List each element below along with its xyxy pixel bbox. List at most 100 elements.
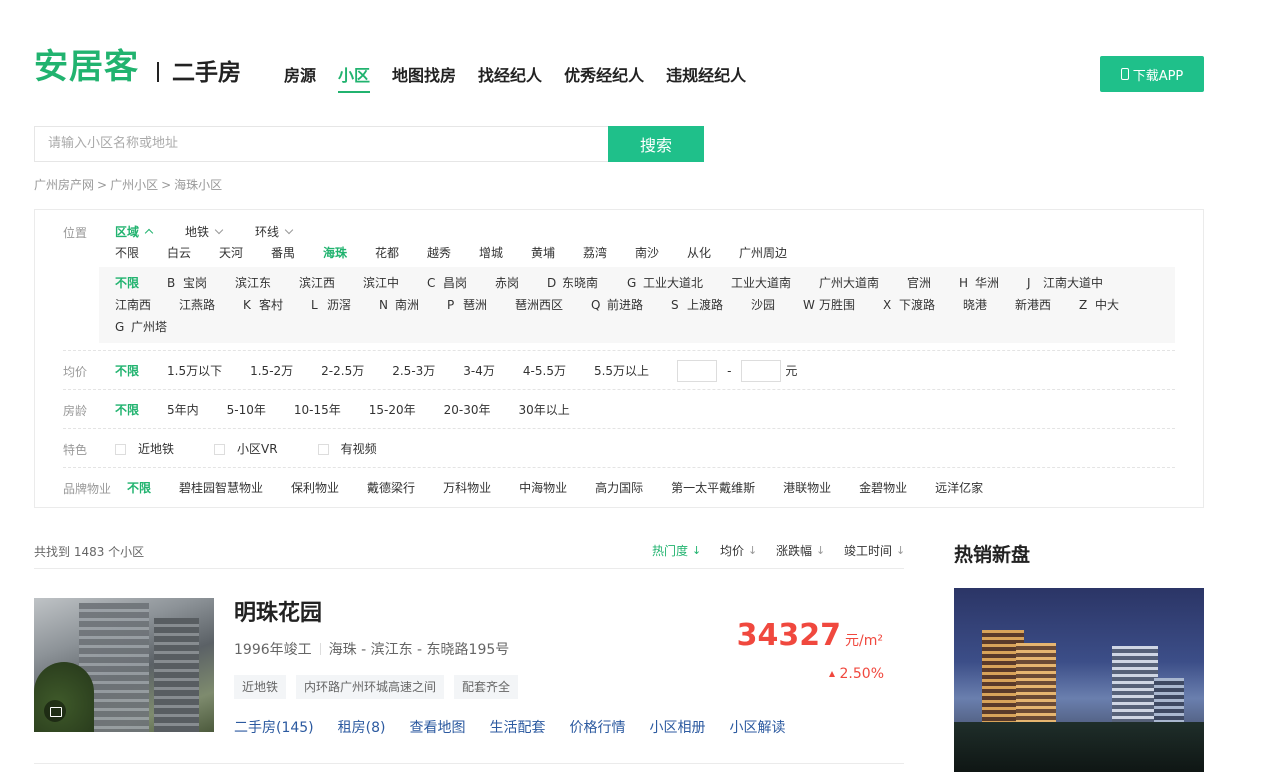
sort-by-change[interactable]: 涨跌幅 ↓ xyxy=(776,542,825,559)
sub-area-option[interactable]: 琶洲西区 xyxy=(515,297,563,313)
sort-by-price[interactable]: 均价 ↓ xyxy=(720,542,757,559)
district-option[interactable]: 白云 xyxy=(167,245,191,261)
brand-option[interactable]: 万科物业 xyxy=(443,480,491,496)
nav-item-find-agent[interactable]: 找经纪人 xyxy=(478,64,542,88)
sub-area-option[interactable]: 广州大道南 xyxy=(819,275,879,291)
sub-area-option[interactable]: 沙园 xyxy=(751,297,775,313)
brand-option[interactable]: 远洋亿家 xyxy=(935,480,983,496)
sub-area-option[interactable]: 上渡路 xyxy=(687,297,723,313)
link-amenities[interactable]: 生活配套 xyxy=(490,717,546,737)
sub-area-option[interactable]: 下渡路 xyxy=(899,297,935,313)
nav-item-community[interactable]: 小区 xyxy=(338,64,371,93)
sub-area-option[interactable]: 中大 xyxy=(1095,297,1119,313)
price-option-selected[interactable]: 不限 xyxy=(115,363,139,379)
district-option[interactable]: 天河 xyxy=(219,245,243,261)
nav-item-top-agent[interactable]: 优秀经纪人 xyxy=(564,64,644,88)
sub-area-option[interactable]: 南洲 xyxy=(395,297,419,313)
sub-area-option[interactable]: 滨江中 xyxy=(363,275,399,291)
search-button[interactable]: 搜索 xyxy=(608,126,704,162)
brand-option[interactable]: 中海物业 xyxy=(519,480,567,496)
brand-option[interactable]: 高力国际 xyxy=(595,480,643,496)
link-secondhand[interactable]: 二手房(145) xyxy=(234,717,314,737)
link-price-trend[interactable]: 价格行情 xyxy=(570,717,626,737)
age-option-selected[interactable]: 不限 xyxy=(115,402,139,418)
price-option[interactable]: 1.5-2万 xyxy=(250,363,293,379)
sub-area-option-selected[interactable]: 不限 xyxy=(115,275,139,291)
district-option[interactable]: 广州周边 xyxy=(739,245,787,261)
price-option[interactable]: 5.5万以上 xyxy=(594,363,649,379)
vr-checkbox[interactable] xyxy=(214,443,226,455)
sub-area-option[interactable]: 晓港 xyxy=(963,297,987,313)
sub-area-option[interactable]: 琶洲 xyxy=(463,297,487,313)
sort-by-completion[interactable]: 竣工时间 ↓ xyxy=(844,542,905,559)
sub-area-option[interactable]: 滨江西 xyxy=(299,275,335,291)
sort-by-popularity[interactable]: 热门度 ↓ xyxy=(652,542,701,559)
sub-area-option[interactable]: 前进路 xyxy=(607,297,643,313)
community-name[interactable]: 明珠花园 xyxy=(234,595,322,627)
brand-option[interactable]: 戴德梁行 xyxy=(367,480,415,496)
sub-area-option[interactable]: 工业大道北 xyxy=(643,275,703,291)
filter-tab-subway[interactable]: 地铁 xyxy=(185,223,224,240)
link-album[interactable]: 小区相册 xyxy=(650,717,706,737)
sub-area-option[interactable]: 昌岗 xyxy=(443,275,467,291)
feature-option[interactable]: 小区VR xyxy=(237,441,278,457)
district-option[interactable]: 荔湾 xyxy=(583,245,607,261)
district-option[interactable]: 不限 xyxy=(115,245,139,261)
sub-area-option[interactable]: 滨江东 xyxy=(235,275,271,291)
video-checkbox[interactable] xyxy=(317,443,329,455)
age-option[interactable]: 5-10年 xyxy=(227,402,266,418)
community-photo[interactable] xyxy=(34,598,214,732)
link-rental[interactable]: 租房(8) xyxy=(338,717,386,737)
brand-option[interactable]: 金碧物业 xyxy=(859,480,907,496)
sub-area-option[interactable]: 东晓南 xyxy=(562,275,598,291)
price-option[interactable]: 4-5.5万 xyxy=(523,363,566,379)
price-option[interactable]: 3-4万 xyxy=(463,363,495,379)
link-analysis[interactable]: 小区解读 xyxy=(730,717,786,737)
search-input[interactable]: 请输入小区名称或地址 xyxy=(34,126,608,162)
district-option[interactable]: 南沙 xyxy=(635,245,659,261)
min-price-input[interactable] xyxy=(677,360,718,382)
sub-area-option[interactable]: 宝岗 xyxy=(183,275,207,291)
sub-area-option[interactable]: 万胜围 xyxy=(819,297,855,313)
district-option[interactable]: 从化 xyxy=(687,245,711,261)
breadcrumb-city-communities[interactable]: 广州小区 xyxy=(110,178,158,192)
sub-area-option[interactable]: 工业大道南 xyxy=(731,275,791,291)
feature-option[interactable]: 有视频 xyxy=(341,441,377,457)
district-option[interactable]: 增城 xyxy=(479,245,503,261)
nav-item-map-search[interactable]: 地图找房 xyxy=(392,64,456,88)
sub-area-option[interactable]: 沥滘 xyxy=(327,297,351,313)
hot-new-property-image[interactable] xyxy=(954,588,1204,772)
sub-area-option[interactable]: 客村 xyxy=(259,297,283,313)
site-logo[interactable]: 安居客 xyxy=(34,48,139,86)
brand-option[interactable]: 港联物业 xyxy=(783,480,831,496)
sub-area-option[interactable]: 江燕路 xyxy=(179,297,215,313)
sub-area-option[interactable]: 江南大道中 xyxy=(1043,275,1103,291)
age-option[interactable]: 30年以上 xyxy=(519,402,570,418)
nav-item-listings[interactable]: 房源 xyxy=(284,64,316,88)
near-subway-checkbox[interactable] xyxy=(115,443,126,455)
price-option[interactable]: 2-2.5万 xyxy=(321,363,364,379)
filter-tab-ring-road[interactable]: 环线 xyxy=(255,223,294,240)
link-map[interactable]: 查看地图 xyxy=(410,717,466,737)
sub-area-option[interactable]: 广州塔 xyxy=(131,319,167,335)
price-option[interactable]: 2.5-3万 xyxy=(392,363,435,379)
brand-option-selected[interactable]: 不限 xyxy=(127,480,151,496)
breadcrumb-district-communities[interactable]: 海珠小区 xyxy=(174,178,222,192)
breadcrumb-city[interactable]: 广州房产网 xyxy=(34,178,94,192)
nav-item-violating-agent[interactable]: 违规经纪人 xyxy=(666,64,746,88)
download-app-button[interactable]: 下载APP xyxy=(1100,56,1204,92)
sub-area-option[interactable]: 新港西 xyxy=(1015,297,1051,313)
brand-option[interactable]: 第一太平戴维斯 xyxy=(671,480,755,496)
age-option[interactable]: 5年内 xyxy=(167,402,199,418)
age-option[interactable]: 20-30年 xyxy=(444,402,491,418)
age-option[interactable]: 15-20年 xyxy=(369,402,416,418)
brand-option[interactable]: 保利物业 xyxy=(291,480,339,496)
sub-area-option[interactable]: 赤岗 xyxy=(495,275,519,291)
sub-area-option[interactable]: 江南西 xyxy=(115,297,151,313)
district-option[interactable]: 黄埔 xyxy=(531,245,555,261)
district-option[interactable]: 越秀 xyxy=(427,245,451,261)
price-option[interactable]: 1.5万以下 xyxy=(167,363,222,379)
feature-option[interactable]: 近地铁 xyxy=(138,441,174,457)
filter-tab-district[interactable]: 区域 xyxy=(115,223,154,240)
district-option-selected[interactable]: 海珠 xyxy=(323,245,347,261)
